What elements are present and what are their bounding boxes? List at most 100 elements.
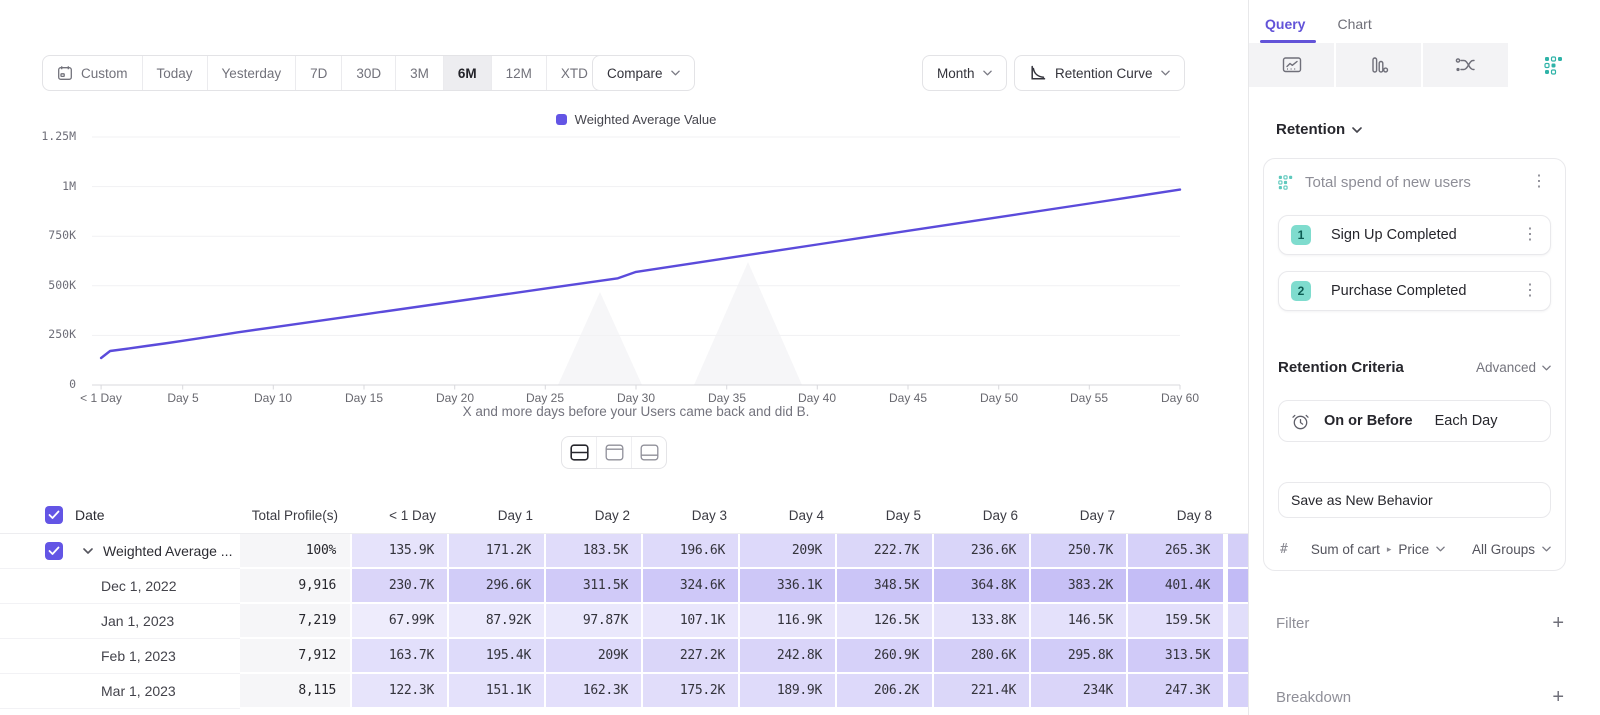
save-as-new-behavior-button[interactable]: Save as New Behavior xyxy=(1278,482,1551,518)
table-header-date: Date xyxy=(0,506,240,524)
x-axis-caption: X and more days before your Users came b… xyxy=(92,404,1180,419)
chart-type-insights-button[interactable] xyxy=(1249,43,1336,87)
tab-query[interactable]: Query xyxy=(1263,16,1307,43)
cell-day-value: 348.5K xyxy=(837,569,934,604)
row-checkbox[interactable] xyxy=(45,542,63,560)
flows-icon xyxy=(1455,56,1477,74)
cell-day-value: 196.6K xyxy=(643,534,740,569)
step-number-badge: 2 xyxy=(1291,281,1311,301)
granularity-dropdown[interactable]: Month xyxy=(922,55,1007,91)
y-tick-label: 750K xyxy=(16,228,76,242)
retention-criteria-card[interactable]: On or Before Each Day xyxy=(1278,400,1551,442)
retention-section-dropdown[interactable]: Retention xyxy=(1276,121,1600,138)
expand-chevron-icon[interactable] xyxy=(83,548,93,554)
layout-table-view-button[interactable] xyxy=(632,437,666,468)
cell-day9-partial xyxy=(1228,674,1248,709)
layout-chart-view-button[interactable] xyxy=(597,437,632,468)
cell-day-value: 324.6K xyxy=(643,569,740,604)
cell-day-value: 230.7K xyxy=(352,569,449,604)
watermark-triangle xyxy=(558,292,642,385)
add-filter-button[interactable]: + xyxy=(1552,613,1564,633)
alarm-clock-icon xyxy=(1291,412,1310,431)
x-tick-label: Day 55 xyxy=(1049,391,1129,405)
property-label: Sum of cart xyxy=(1311,542,1380,557)
x-tick-label: Day 5 xyxy=(143,391,223,405)
behavior-step-1[interactable]: 1Sign Up Completed⋮ xyxy=(1278,215,1551,255)
range-today[interactable]: Today xyxy=(143,56,208,90)
behavior-menu-button[interactable]: ⋮ xyxy=(1527,174,1551,190)
row-label-date: Mar 1, 2023 xyxy=(0,674,240,709)
chart-type-flows-button[interactable] xyxy=(1423,43,1510,87)
chart-type-dropdown[interactable]: Retention Curve xyxy=(1014,55,1185,91)
cell-total-profiles: 100% xyxy=(240,534,352,569)
cell-day-value: 183.5K xyxy=(546,534,643,569)
range-12m[interactable]: 12M xyxy=(492,56,547,90)
table-header-day-5: Day 4 xyxy=(740,508,837,523)
step-menu-button[interactable]: ⋮ xyxy=(1518,283,1542,299)
row-label-date: Feb 1, 2023 xyxy=(0,639,240,674)
cell-day-value: 67.99K xyxy=(352,604,449,639)
cell-day-value: 87.92K xyxy=(449,604,546,639)
range-label: XTD xyxy=(561,66,588,81)
retention-criteria-row: Retention Criteria Advanced xyxy=(1278,359,1551,376)
date-header-label: Date xyxy=(75,507,105,523)
behavior-step-2[interactable]: 2 Purchase Completed⋮ xyxy=(1278,271,1551,311)
range-label: 30D xyxy=(356,66,381,81)
retention-line-series xyxy=(101,190,1180,358)
range-yesterday[interactable]: Yesterday xyxy=(208,56,297,90)
cell-day9-partial xyxy=(1228,604,1248,639)
y-tick-label: 0 xyxy=(16,377,76,391)
range-label: 7D xyxy=(310,66,327,81)
cell-day-value: 221.4K xyxy=(934,674,1031,709)
chevron-down-icon xyxy=(1542,546,1551,552)
advanced-mode-dropdown[interactable]: Advanced xyxy=(1476,360,1551,375)
layout-split-view-button[interactable] xyxy=(562,437,597,468)
chevron-down-icon xyxy=(1542,365,1551,371)
cell-day-value: 311.5K xyxy=(546,569,643,604)
behavior-title: Total spend of new users xyxy=(1305,174,1515,191)
cell-day-value: 107.1K xyxy=(643,604,740,639)
groups-label: All Groups xyxy=(1472,542,1535,557)
retention-table: DateTotal Profile(s)< 1 DayDay 1Day 2Day… xyxy=(0,497,1248,709)
range-6m[interactable]: 6M xyxy=(444,56,492,90)
range-custom[interactable]: Custom xyxy=(43,56,143,90)
cell-day-value: 265.3K xyxy=(1128,534,1225,569)
cell-day-value: 97.87K xyxy=(546,604,643,639)
cell-total-profiles: 8,115 xyxy=(240,674,352,709)
table-row: Mar 1, 20238,115122.3K151.1K162.3K175.2K… xyxy=(0,674,1248,709)
range-30d[interactable]: 30D xyxy=(342,56,396,90)
cell-day-value: 206.2K xyxy=(837,674,934,709)
property-dropdown[interactable]: Sum of cart ▸ Price xyxy=(1311,542,1445,557)
calendar-icon xyxy=(57,65,73,81)
range-label: 12M xyxy=(506,66,532,81)
chart-type-switcher xyxy=(1249,43,1600,87)
x-tick-label: Day 40 xyxy=(777,391,857,405)
y-tick-label: 1M xyxy=(16,179,76,193)
range-label: Today xyxy=(157,66,193,81)
range-3m[interactable]: 3M xyxy=(396,56,444,90)
groups-dropdown[interactable]: All Groups xyxy=(1472,542,1551,557)
cell-day-value: 163.7K xyxy=(352,639,449,674)
cell-day9-partial xyxy=(1228,569,1248,604)
select-all-checkbox[interactable] xyxy=(45,506,63,524)
retention-grid-icon xyxy=(1544,56,1563,75)
row-label: Mar 1, 2023 xyxy=(101,683,176,699)
cell-day-value: 122.3K xyxy=(352,674,449,709)
chevron-down-icon xyxy=(983,70,992,76)
cell-day-value: 162.3K xyxy=(546,674,643,709)
row-label: Feb 1, 2023 xyxy=(101,648,176,664)
chart-type-funnels-button[interactable] xyxy=(1336,43,1423,87)
x-tick-label: Day 35 xyxy=(687,391,767,405)
step-menu-button[interactable]: ⋮ xyxy=(1518,227,1542,243)
add-breakdown-button[interactable]: + xyxy=(1552,687,1564,707)
compare-button[interactable]: Compare xyxy=(592,55,695,91)
cell-day-value: 383.2K xyxy=(1031,569,1128,604)
range-label: Yesterday xyxy=(222,66,282,81)
tab-chart[interactable]: Chart xyxy=(1335,16,1373,43)
chart-type-retention-button[interactable] xyxy=(1510,43,1597,87)
table-body: Weighted Average ...100%135.9K171.2K183.… xyxy=(0,534,1248,709)
range-7d[interactable]: 7D xyxy=(296,56,342,90)
step-event-label: Purchase Completed xyxy=(1331,283,1518,299)
subproperty-label: Price xyxy=(1398,542,1429,557)
table-row: Jan 1, 20237,21967.99K87.92K97.87K107.1K… xyxy=(0,604,1248,639)
